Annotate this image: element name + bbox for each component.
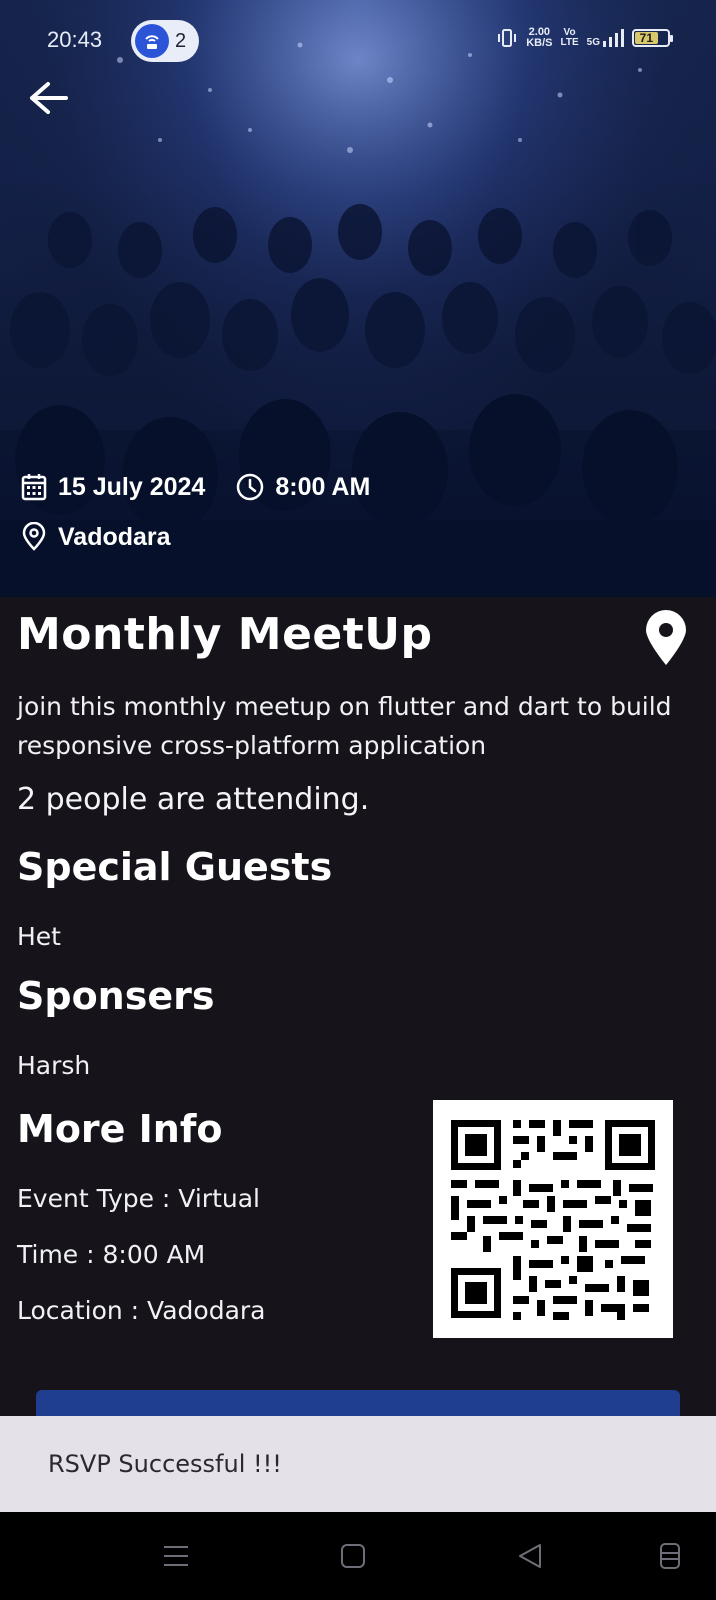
more-info-heading: More Info bbox=[17, 1107, 223, 1151]
rotate-icon[interactable] bbox=[650, 1536, 690, 1576]
back-triangle-icon[interactable] bbox=[510, 1536, 550, 1576]
back-arrow-icon bbox=[30, 82, 68, 114]
location-pin-icon bbox=[22, 522, 46, 551]
status-bar: 20:43 2 2.00 KB/S Vo LTE 5G 71 bbox=[0, 0, 716, 80]
event-description: join this monthly meetup on flutter and … bbox=[17, 692, 672, 760]
crowd-image bbox=[0, 0, 716, 597]
hotspot-icon bbox=[135, 24, 169, 58]
event-location: Vadodara bbox=[58, 522, 171, 551]
event-type: Event Type : Virtual bbox=[17, 1184, 260, 1213]
event-date: 15 July 2024 bbox=[58, 472, 206, 501]
net-speed: 2.00 KB/S bbox=[526, 26, 553, 49]
system-icons: 2.00 KB/S Vo LTE 5G 71 bbox=[496, 26, 673, 49]
location-item: Vadodara bbox=[20, 522, 171, 552]
snackbar: RSVP Successful !!! bbox=[0, 1416, 716, 1512]
map-button[interactable] bbox=[643, 609, 689, 667]
status-time: 20:43 bbox=[47, 27, 103, 52]
info-time: Time : 8:00 AM bbox=[17, 1240, 206, 1269]
back-button[interactable] bbox=[26, 78, 70, 118]
date-item: 15 July 2024 bbox=[20, 472, 205, 502]
battery-icon: 71 bbox=[632, 29, 673, 47]
sponsors-value: Harsh bbox=[17, 1051, 91, 1080]
clock-icon bbox=[237, 473, 264, 501]
event-title: Monthly MeetUp bbox=[17, 609, 433, 660]
signal-icon: 5G bbox=[587, 28, 624, 48]
calendar-icon bbox=[21, 474, 47, 501]
home-square-icon[interactable] bbox=[333, 1536, 373, 1576]
time-item: 8:00 AM bbox=[235, 472, 370, 502]
event-time: 8:00 AM bbox=[275, 472, 371, 501]
event-hero-image: 20:43 2 2.00 KB/S Vo LTE 5G 71 15 July 2… bbox=[0, 0, 716, 597]
qr-code bbox=[433, 1100, 673, 1338]
date-time-row: 15 July 2024 8:00 AM bbox=[20, 472, 400, 502]
hotspot-count: 2 bbox=[175, 29, 187, 52]
location-row: Vadodara bbox=[20, 522, 201, 552]
special-guests-value: Het bbox=[17, 922, 61, 951]
sponsors-heading: Sponsers bbox=[17, 974, 215, 1018]
attending-count: 2 people are attending. bbox=[17, 782, 370, 817]
menu-icon[interactable] bbox=[156, 1536, 196, 1576]
hotspot-indicator[interactable]: 2 bbox=[131, 20, 199, 62]
vibrate-icon bbox=[498, 29, 517, 47]
system-navigation-bar bbox=[0, 1512, 716, 1600]
info-location: Location : Vadodara bbox=[17, 1296, 266, 1325]
snackbar-message: RSVP Successful !!! bbox=[48, 1450, 282, 1478]
map-pin-icon bbox=[646, 610, 686, 665]
volte-indicator: Vo LTE bbox=[560, 27, 579, 48]
special-guests-heading: Special Guests bbox=[17, 845, 333, 889]
